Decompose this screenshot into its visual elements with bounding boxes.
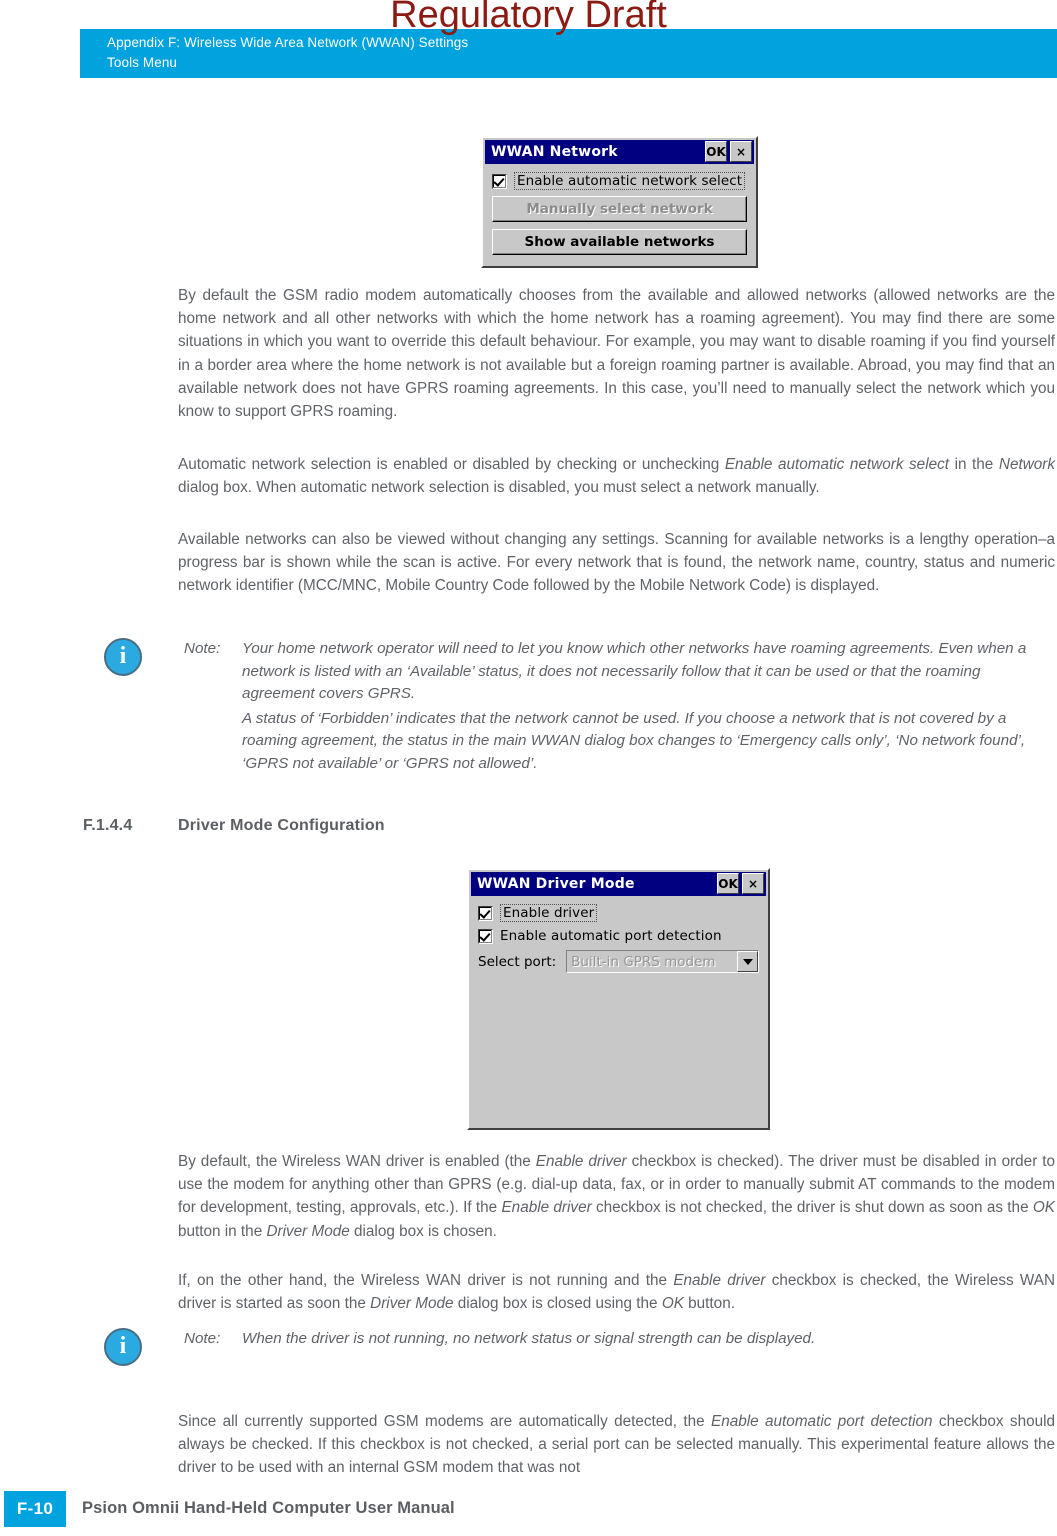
paragraph-automatic-port-detection: Since all currently supported GSM modems… xyxy=(178,1410,1055,1480)
chevron-down-icon[interactable] xyxy=(737,951,758,972)
info-icon-glyph: i xyxy=(119,643,127,669)
wwan-network-titlebar: WWAN Network OK × xyxy=(485,140,754,164)
p5-emphasis-enable-driver: Enable driver xyxy=(673,1272,766,1289)
note-driver-status-body: Note: When the driver is not running, no… xyxy=(184,1328,1044,1351)
select-port-dropdown[interactable]: Built-in GPRS modem xyxy=(566,950,759,973)
close-icon[interactable]: × xyxy=(742,873,764,894)
paragraph-driver-not-running: If, on the other hand, the Wireless WAN … xyxy=(178,1269,1055,1315)
p2-emphasis-network: Network xyxy=(998,456,1055,473)
p5-emphasis-driver-mode: Driver Mode xyxy=(370,1295,454,1313)
note-driver-status-text: When the driver is not running, no netwo… xyxy=(242,1330,816,1347)
enable-automatic-network-select-label: Enable automatic network select xyxy=(514,172,746,190)
ok-button[interactable]: OK xyxy=(717,873,739,894)
enable-automatic-port-detection-checkbox[interactable] xyxy=(478,928,493,944)
note-label: Note: xyxy=(184,1330,221,1347)
p2-emphasis-enable-auto-select: Enable automatic network select xyxy=(724,456,949,473)
note-spacer xyxy=(184,706,242,776)
select-port-row[interactable]: Select port: Built-in GPRS modem xyxy=(478,950,759,973)
wwan-network-title-text: WWAN Network xyxy=(491,144,618,160)
section-heading-driver-mode: F.1.4.4 Driver Mode Configuration xyxy=(83,817,385,835)
p2-text-b: in the xyxy=(949,456,999,473)
section-title: Driver Mode Configuration xyxy=(178,817,385,834)
paragraph-default-gsm-behaviour: By default the GSM radio modem automatic… xyxy=(178,287,1055,421)
wwan-network-titlebar-buttons: OK × xyxy=(705,141,752,162)
enable-driver-row[interactable]: Enable driver xyxy=(478,904,759,922)
enable-automatic-network-select-checkbox[interactable] xyxy=(492,173,507,189)
p4-text-d: button in the xyxy=(178,1222,267,1240)
p5-text-c: dialog box is closed using the xyxy=(453,1295,662,1313)
p5-text-d: button. xyxy=(683,1295,735,1313)
p2-text-a: Automatic network selection is enabled o… xyxy=(178,456,725,473)
note-roaming-text-1: Your home network operator will need to … xyxy=(242,640,1027,702)
note-driver-status-row-1: Note: When the driver is not running, no… xyxy=(184,1328,1044,1351)
select-port-label: Select port: xyxy=(478,953,557,970)
p4-emphasis-enable-driver-2: Enable driver xyxy=(501,1199,592,1217)
note-label: Note: xyxy=(184,640,221,657)
wwan-driver-mode-titlebar: WWAN Driver Mode OK × xyxy=(471,872,766,896)
wwan-network-dialog-body: Enable automatic network select Manually… xyxy=(483,164,756,255)
note-roaming-row-1: Note: Your home network operator will ne… xyxy=(184,638,1044,706)
p4-text-e: dialog box is chosen. xyxy=(349,1222,497,1240)
p4-emphasis-enable-driver-1: Enable driver xyxy=(535,1153,627,1170)
show-available-networks-button[interactable]: Show available networks xyxy=(492,229,747,255)
p4-text-c: checkbox is not checked, the driver is s… xyxy=(591,1199,1033,1217)
wwan-driver-mode-dialog[interactable]: WWAN Driver Mode OK × Enable driver Enab… xyxy=(467,868,770,1130)
paragraph-available-networks-scan: Available networks can also be viewed wi… xyxy=(178,531,1055,595)
p5-text-a: If, on the other hand, the Wireless WAN … xyxy=(178,1272,674,1289)
header-appendix-title: Appendix F: Wireless Wide Area Network (… xyxy=(107,35,469,50)
info-icon: i xyxy=(104,1328,142,1366)
close-icon[interactable]: × xyxy=(730,141,752,162)
ok-button[interactable]: OK xyxy=(705,141,727,162)
p5-emphasis-ok: OK xyxy=(661,1295,684,1313)
section-number: F.1.4.4 xyxy=(83,817,133,834)
note-roaming-row-2: A status of ‘Forbidden’ indicates that t… xyxy=(184,706,1044,776)
enable-automatic-port-detection-label: Enable automatic port detection xyxy=(500,928,722,944)
paragraph-driver-enabled-default: By default, the Wireless WAN driver is e… xyxy=(178,1150,1055,1243)
wwan-driver-mode-title-text: WWAN Driver Mode xyxy=(477,876,635,892)
manually-select-network-button[interactable]: Manually select network xyxy=(492,196,747,222)
header-section-title: Tools Menu xyxy=(107,55,178,70)
p2-text-c: dialog box. When automatic network selec… xyxy=(178,479,820,497)
p4-text-a: By default, the Wireless WAN driver is e… xyxy=(178,1153,536,1170)
note-roaming-body: Note: Your home network operator will ne… xyxy=(184,638,1044,775)
note-roaming-text-2: A status of ‘Forbidden’ indicates that t… xyxy=(242,709,1026,772)
p6-text-a: Since all currently supported GSM modems… xyxy=(178,1413,712,1430)
paragraph-automatic-network-selection: Automatic network selection is enabled o… xyxy=(178,453,1055,499)
regulatory-draft-watermark: Regulatory Draft xyxy=(390,0,667,36)
info-icon: i xyxy=(104,638,142,676)
wwan-driver-mode-dialog-body: Enable driver Enable automatic port dete… xyxy=(469,896,768,973)
p4-emphasis-ok: OK xyxy=(1032,1199,1055,1217)
enable-driver-label: Enable driver xyxy=(500,904,598,922)
note-block-roaming: i Note: Your home network operator will … xyxy=(104,638,1044,775)
enable-automatic-network-select-row[interactable]: Enable automatic network select xyxy=(492,172,747,190)
select-port-value: Built-in GPRS modem xyxy=(571,953,716,970)
wwan-driver-mode-titlebar-buttons: OK × xyxy=(717,873,764,894)
enable-automatic-port-detection-row[interactable]: Enable automatic port detection xyxy=(478,928,759,944)
note-block-driver-status: i Note: When the driver is not running, … xyxy=(104,1328,1044,1366)
footer-page-number: F-10 xyxy=(4,1491,66,1527)
p6-emphasis-enable-auto-port-detection: Enable automatic port detection xyxy=(711,1413,933,1430)
wwan-network-dialog[interactable]: WWAN Network OK × Enable automatic netwo… xyxy=(481,136,758,268)
footer-manual-title: Psion Omnii Hand-Held Computer User Manu… xyxy=(82,1499,455,1517)
info-icon-glyph: i xyxy=(119,1333,127,1359)
enable-driver-checkbox[interactable] xyxy=(478,905,493,921)
p4-emphasis-driver-mode: Driver Mode xyxy=(266,1222,350,1240)
